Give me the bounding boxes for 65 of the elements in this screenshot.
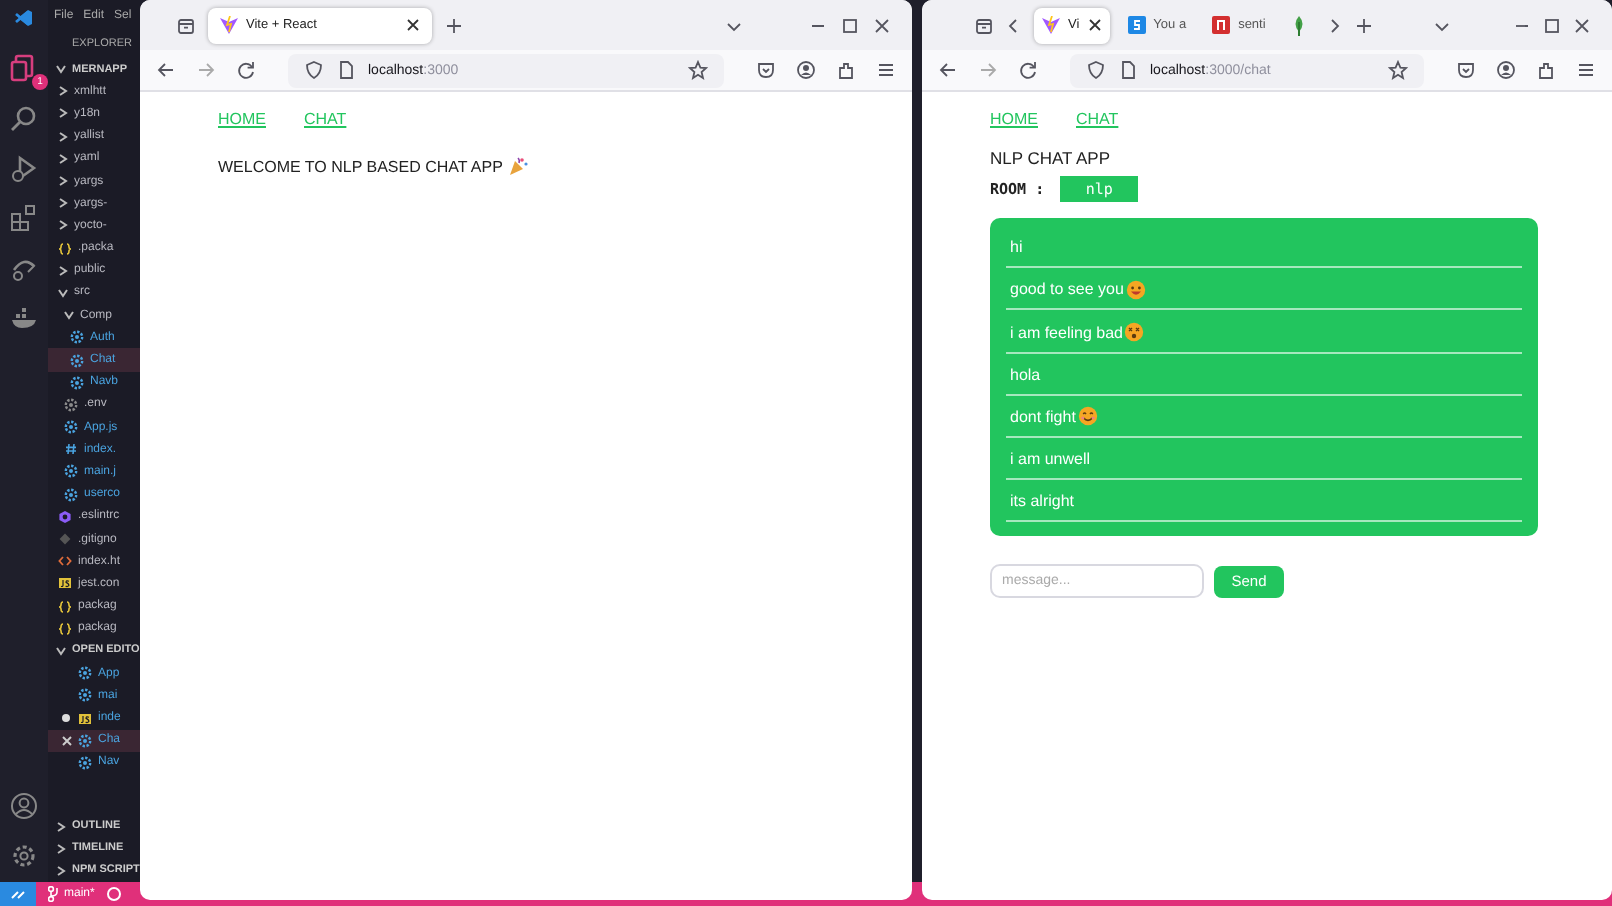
pocket-icon[interactable] (1456, 60, 1476, 80)
tab-list-icon[interactable] (176, 15, 196, 35)
shield-icon[interactable] (1086, 60, 1106, 80)
chat-message: its alright (1006, 482, 1522, 523)
branch-icon (48, 886, 60, 902)
star-icon[interactable] (688, 60, 708, 80)
s-square-icon (1127, 16, 1146, 34)
v-logo-icon (220, 16, 238, 34)
maximize-icon[interactable] (1542, 15, 1562, 35)
page-icon[interactable] (1118, 60, 1138, 80)
reload-icon[interactable] (1018, 60, 1038, 80)
chat-message: i am feeling bad (1006, 313, 1522, 354)
smiling-face-icon (1077, 406, 1098, 427)
plus-icon[interactable] (1353, 15, 1374, 35)
close-icon[interactable] (1087, 18, 1102, 32)
app-logo-icon (14, 8, 34, 28)
dizzy-face-icon (1124, 322, 1145, 343)
account-icon[interactable] (1496, 60, 1516, 80)
js-square-icon (58, 576, 72, 591)
chat-message: i am unwell (1006, 440, 1522, 481)
search-icon[interactable] (10, 104, 38, 132)
diamond-icon (58, 532, 72, 547)
play-bug-icon[interactable] (10, 154, 38, 182)
menu-icon[interactable] (1576, 60, 1596, 80)
close-icon[interactable] (872, 15, 892, 35)
n-square-icon (1212, 16, 1231, 34)
back-icon[interactable] (938, 60, 958, 80)
shield-icon[interactable] (304, 60, 324, 80)
js-square-icon (78, 711, 92, 726)
braces-icon (58, 621, 72, 636)
chat-message: good to see you (1006, 270, 1522, 311)
tab-list-icon[interactable] (974, 15, 994, 35)
remote-indicator-icon[interactable] (0, 882, 36, 906)
page-icon[interactable] (336, 60, 356, 80)
account-icon[interactable] (10, 792, 38, 820)
extensions-icon[interactable] (10, 204, 38, 232)
app-title: NLP CHAT APP (990, 148, 1112, 168)
close-icon[interactable] (1572, 15, 1592, 35)
pocket-icon[interactable] (756, 60, 776, 80)
settings-icon[interactable] (10, 842, 38, 870)
braces-icon (58, 241, 72, 256)
chat-message: hola (1006, 355, 1522, 396)
account-icon[interactable] (796, 60, 816, 80)
party-popper-icon (508, 156, 529, 176)
chat-message: dont fight (1006, 397, 1522, 438)
sync-icon[interactable] (106, 886, 123, 902)
angle-brackets-icon (58, 554, 72, 569)
hexagon-icon (58, 509, 72, 524)
v-logo-icon (1042, 16, 1060, 34)
files-icon[interactable] (10, 54, 38, 82)
back-icon[interactable] (156, 60, 176, 80)
welcome-heading: WELCOME TO NLP BASED CHAT APP (218, 157, 503, 175)
star-icon[interactable] (1388, 60, 1408, 80)
smiling-face-icon (1125, 279, 1146, 300)
reload-icon[interactable] (236, 60, 256, 80)
leaf-icon (1291, 15, 1306, 35)
dot-icon (62, 714, 70, 723)
chevron-down-icon (56, 645, 66, 656)
close-icon[interactable] (406, 18, 420, 32)
menu-icon[interactable] (876, 60, 896, 80)
maximize-icon[interactable] (840, 15, 860, 35)
plus-icon[interactable] (444, 15, 464, 35)
chat-message: hi (1006, 228, 1522, 269)
braces-icon (58, 599, 72, 614)
hash-icon (64, 442, 78, 457)
